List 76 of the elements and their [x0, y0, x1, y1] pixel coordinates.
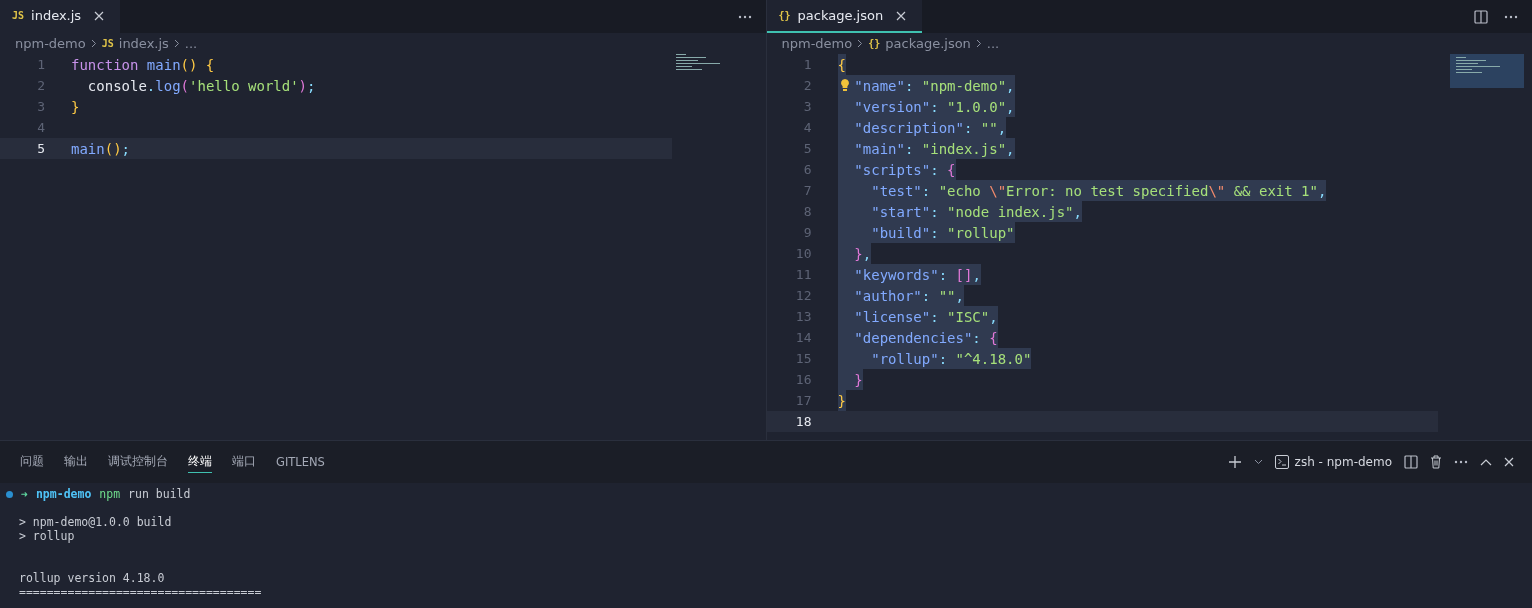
terminal-text: npm [99, 487, 121, 501]
code-line: console.log('hello world'); [86, 76, 316, 96]
chevron-up-icon [1480, 458, 1492, 466]
minimap-drawing [675, 54, 720, 70]
line-number: 5 [36, 141, 46, 156]
line-number: 8 [802, 204, 813, 219]
line-number: 1 [802, 57, 813, 72]
breadcrumb-item[interactable]: index.js [118, 36, 169, 51]
line-number: 1 [36, 57, 46, 72]
line-number: 3 [36, 99, 46, 114]
code-line: } [71, 97, 80, 117]
line-number: 11 [794, 267, 813, 282]
file-type-icon: {} [778, 10, 791, 21]
terminal-output: > npm-demo@1.0.0 build [19, 515, 172, 529]
file-type-icon: {} [868, 38, 881, 49]
line-number: 4 [802, 120, 813, 135]
chevron-right-icon [90, 39, 97, 48]
terminal-text: ➜ [21, 487, 28, 501]
panel-tab[interactable]: 终端 [188, 451, 212, 473]
split-editor-icon [1474, 9, 1488, 24]
code-line: function main() { [71, 55, 215, 75]
line-number: 10 [794, 246, 813, 261]
code-line: main(); [71, 139, 130, 159]
breadcrumb-item[interactable]: ... [986, 36, 1000, 51]
chevron-down-icon [1253, 459, 1263, 465]
line-number: 2 [36, 78, 46, 93]
line-number: 9 [802, 225, 813, 240]
editor-tab[interactable]: {} package.json [766, 0, 923, 33]
line-number: 7 [802, 183, 813, 198]
more-icon [737, 14, 752, 19]
panel-tab[interactable]: 调试控制台 [108, 451, 168, 473]
breadcrumb-item[interactable]: npm-demo [781, 36, 853, 51]
file-type-icon: JS [101, 38, 114, 49]
file-type-icon: JS [12, 10, 25, 21]
line-number: 12 [794, 288, 813, 303]
lightbulb-icon[interactable] [839, 78, 850, 92]
chevron-right-icon [173, 39, 180, 48]
terminal-text: npm-demo [35, 487, 92, 501]
more-icon [1454, 460, 1468, 464]
line-number: 16 [794, 372, 813, 387]
trash-icon [1430, 455, 1442, 469]
close-icon [94, 10, 105, 21]
line-number: 14 [794, 330, 813, 345]
breadcrumb-item[interactable]: package.json [885, 36, 971, 51]
line-number: 15 [794, 351, 813, 366]
line-number: 17 [794, 393, 813, 408]
close-icon [896, 10, 907, 21]
command-status-dot [6, 490, 13, 498]
terminal-selector[interactable]: zsh - npm-demo [1268, 455, 1398, 469]
split-editor-icon [1404, 455, 1418, 469]
line-number: 5 [802, 141, 813, 156]
terminal-output: > rollup [19, 529, 75, 543]
panel-tab[interactable]: 输出 [64, 451, 88, 473]
terminal-output: =================================== [19, 585, 262, 599]
editor-tab[interactable]: JS index.js [0, 0, 121, 33]
line-number: 18 [794, 414, 813, 429]
terminal-icon [1274, 455, 1289, 469]
terminal-output: rollup version 4.18.0 [19, 571, 165, 585]
chevron-right-icon [975, 39, 982, 48]
panel-tab[interactable]: 端口 [232, 451, 256, 473]
breadcrumb-item[interactable]: ... [184, 36, 198, 51]
line-number: 6 [802, 162, 813, 177]
close-icon [1504, 457, 1514, 467]
tab-label: package.json [797, 8, 884, 23]
terminal-text: run build [128, 487, 191, 501]
panel-tab[interactable]: 问题 [20, 451, 44, 473]
line-number: 13 [794, 309, 813, 324]
panel-tab[interactable]: GITLENS [276, 451, 325, 473]
line-number: 2 [802, 78, 813, 93]
breadcrumb-item[interactable]: npm-demo [15, 36, 86, 51]
chevron-right-icon [857, 39, 864, 48]
plus-icon [1227, 455, 1242, 469]
line-number: 4 [36, 120, 46, 135]
more-icon [1504, 14, 1518, 19]
line-number: 3 [802, 99, 813, 114]
tab-label: index.js [31, 8, 82, 23]
